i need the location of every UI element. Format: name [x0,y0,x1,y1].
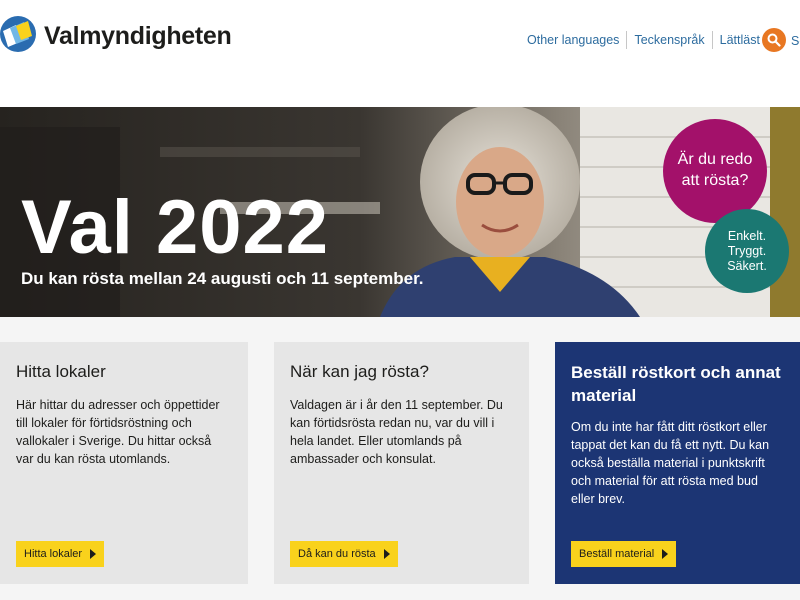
arrow-right-icon [383,549,390,559]
arrow-right-icon [662,549,669,559]
card-when-to-vote: När kan jag rösta? Valdagen är i år den … [274,342,529,584]
top-navigation: Other languages Teckenspråk Lättläst [520,30,768,50]
ready-to-vote-text: Är du redo att rösta? [677,151,753,189]
ready-to-vote-bubble[interactable]: Är du redo att rösta? [663,119,767,223]
card-order-material: Beställ röstkort och annat material Om d… [555,342,800,584]
button-label: Hitta lokaler [24,548,83,560]
card-text: Valdagen är i år den 11 september. Du ka… [290,398,503,467]
search-icon [767,33,781,47]
card-text: Här hittar du adresser och öppettider ti… [16,398,220,467]
hero-banner: Val 2022 Du kan rösta mellan 24 augusti … [0,107,800,317]
bubble-line-sakert: Säkert. [727,258,767,273]
nav-link-teckensprak[interactable]: Teckenspråk [627,33,711,47]
logo-text: Valmyndigheten [44,22,232,50]
bubble-line-tryggt: Tryggt. [727,243,767,258]
order-material-button[interactable]: Beställ material [571,541,677,567]
card-title: När kan jag rösta? [290,362,429,381]
find-locations-button[interactable]: Hitta lokaler [16,541,105,567]
card-title: Beställ röstkort och annat material [571,363,781,405]
card-title: Hitta lokaler [16,362,106,381]
nav-link-lattlast[interactable]: Lättläst [713,33,767,47]
when-to-vote-button[interactable]: Då kan du rösta [290,541,398,567]
safe-voting-text: Enkelt. Tryggt. Säkert. [727,229,767,274]
search-label[interactable]: Sö [791,34,800,48]
site-header: Valmyndigheten Other languages Teckenspr… [0,0,800,107]
safe-voting-bubble: Enkelt. Tryggt. Säkert. [705,209,789,293]
button-label: Beställ material [579,548,655,560]
site-logo[interactable]: Valmyndigheten [0,12,232,60]
arrow-right-icon [90,549,97,559]
card-find-locations: Hitta lokaler Här hittar du adresser och… [0,342,248,584]
valmyndigheten-logo-icon [0,16,36,52]
hero-title: Val 2022 [21,185,330,270]
nav-link-other-languages[interactable]: Other languages [520,33,626,47]
card-text: Om du inte har fått ditt röstkort eller … [571,419,770,507]
hero-subtitle: Du kan rösta mellan 24 augusti och 11 se… [21,269,424,288]
bubble-line-enkelt: Enkelt. [727,228,767,243]
search-button[interactable] [762,28,786,52]
button-label: Då kan du rösta [298,548,376,560]
